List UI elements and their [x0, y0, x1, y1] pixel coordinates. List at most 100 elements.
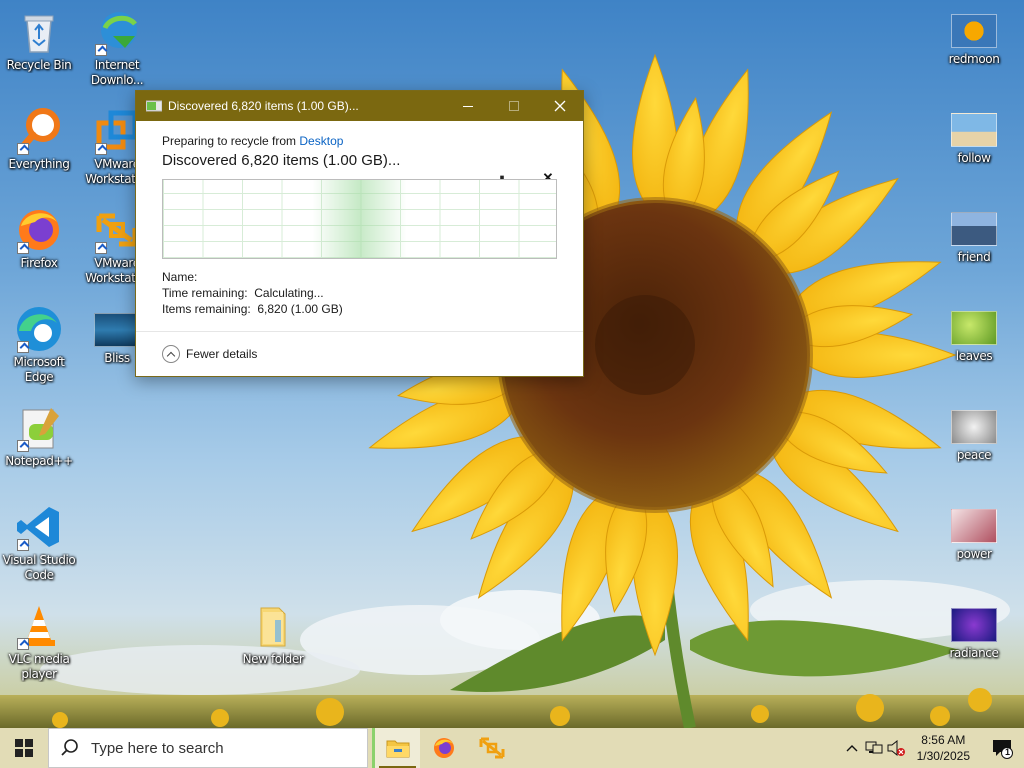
bliss-image-icon	[94, 313, 140, 347]
desktop-icon-firefox[interactable]: Firefox	[1, 202, 77, 271]
desktop-icon-label: Visual Studio Code	[2, 553, 76, 582]
desktop-icon-vscode[interactable]: Visual Studio Code	[1, 499, 77, 583]
shortcut-arrow-icon	[17, 638, 29, 650]
desktop-icon-new-folder[interactable]: New folder	[235, 598, 311, 667]
desktop-icon-label: friend	[957, 250, 991, 264]
shortcut-arrow-icon	[17, 242, 29, 254]
leaves-image-icon	[951, 311, 997, 345]
desktop-icon-microsoft-edge[interactable]: Microsoft Edge	[1, 301, 77, 385]
desktop-icon-label: Everything	[8, 157, 70, 171]
vmware-icon	[93, 107, 141, 155]
clock-time: 8:56 AM	[921, 733, 966, 747]
dialog-body: Preparing to recycle from Desktop Discov…	[136, 134, 583, 317]
desktop-icon-peace[interactable]: peace	[936, 400, 1012, 463]
network-status-button[interactable]	[863, 728, 885, 768]
shortcut-arrow-icon	[95, 242, 107, 254]
items-remaining-value: 6,820 (1.00 GB)	[257, 302, 343, 316]
desktop-icon-label: redmoon	[948, 52, 1000, 66]
recycle-bin-icon	[15, 8, 63, 56]
everything-search-icon	[15, 107, 63, 155]
peace-image-icon	[951, 410, 997, 444]
friend-image-icon	[951, 212, 997, 246]
dialog-titlebar[interactable]: Discovered 6,820 items (1.00 GB)...	[136, 91, 583, 121]
system-tray: 8:56 AM 1/30/2025 1	[841, 728, 1024, 768]
desktop-icon-vlc[interactable]: VLC media player	[1, 598, 77, 682]
copy-progress-icon	[145, 100, 163, 112]
progress-headline: Discovered 6,820 items (1.00 GB)...	[162, 152, 401, 169]
taskbar-app-firefox[interactable]	[420, 728, 468, 768]
desktop-icon-follow[interactable]: follow	[936, 103, 1012, 166]
desktop-icon-recycle-bin[interactable]: Recycle Bin	[1, 4, 77, 73]
chevron-up-icon[interactable]	[162, 345, 180, 363]
shortcut-arrow-icon	[95, 44, 107, 56]
items-remaining-label: Items remaining:	[162, 302, 251, 316]
firefox-icon	[434, 738, 454, 758]
vmware-icon	[479, 737, 505, 759]
shortcut-arrow-icon	[17, 143, 29, 155]
minimize-button[interactable]	[445, 91, 491, 121]
volume-button[interactable]	[885, 728, 907, 768]
search-placeholder: Type here to search	[91, 739, 224, 757]
chevron-up-icon	[846, 745, 858, 752]
minimize-icon	[463, 105, 473, 107]
taskbar-clock[interactable]: 8:56 AM 1/30/2025	[907, 732, 980, 764]
taskbar-search-box[interactable]: Type here to search	[48, 728, 368, 768]
clock-date: 1/30/2025	[916, 749, 970, 763]
name-label: Name:	[162, 270, 198, 284]
maximize-icon	[509, 101, 519, 111]
desktop-icon-power[interactable]: power	[936, 499, 1012, 562]
desktop-icon-label: power	[956, 547, 992, 561]
desktop-icon-redmoon[interactable]: redmoon	[936, 4, 1012, 67]
preparing-line: Preparing to recycle from Desktop	[162, 134, 557, 148]
radiance-image-icon	[951, 608, 997, 642]
desktop-icon-label: peace	[956, 448, 992, 462]
vlc-icon	[15, 602, 63, 650]
edge-icon	[15, 305, 63, 353]
taskbar-app-file-explorer[interactable]	[372, 728, 420, 768]
shortcut-arrow-icon	[17, 440, 29, 452]
taskbar-app-vmware[interactable]	[468, 728, 516, 768]
taskbar: Type here to search 8:56 AM 1/30/2025 1	[0, 728, 1024, 768]
items-remaining-row: Items remaining: 6,820 (1.00 GB)	[162, 301, 557, 317]
close-icon	[554, 100, 566, 112]
start-button[interactable]	[0, 728, 48, 768]
shortcut-arrow-icon	[17, 341, 29, 353]
network-icon	[865, 741, 883, 754]
shortcut-arrow-icon	[95, 143, 107, 155]
volume-muted-icon	[887, 740, 905, 756]
fewer-details-button[interactable]: Fewer details	[186, 347, 257, 361]
file-explorer-icon	[386, 740, 409, 758]
recycle-progress-dialog: Discovered 6,820 items (1.00 GB)... Prep…	[135, 90, 584, 377]
preparing-text: Preparing to recycle from	[162, 134, 300, 148]
folder-icon	[249, 602, 297, 650]
speed-graph	[162, 179, 557, 259]
desktop-icon-leaves[interactable]: leaves	[936, 301, 1012, 364]
notification-count: 1	[1005, 747, 1011, 757]
desktop-icon-label: New folder	[242, 652, 304, 666]
desktop-icon-radiance[interactable]: radiance	[936, 598, 1012, 661]
firefox-icon	[15, 206, 63, 254]
time-remaining-value: Calculating...	[254, 286, 324, 300]
desktop-icon-label: Notepad++	[5, 454, 73, 468]
name-row: Name:	[162, 269, 557, 285]
desktop-icon-label: Internet Downlo...	[90, 58, 144, 87]
desktop-icon-label: follow	[957, 151, 991, 165]
windows-logo-icon	[15, 739, 33, 757]
desktop-icon-label: radiance	[949, 646, 999, 660]
action-center-button[interactable]: 1	[980, 728, 1024, 768]
desktop-icon-internet-download-manager[interactable]: Internet Downlo...	[79, 4, 155, 88]
show-hidden-icons-button[interactable]	[841, 728, 863, 768]
vscode-icon	[15, 503, 63, 551]
idm-icon	[93, 8, 141, 56]
source-location-link[interactable]: Desktop	[299, 134, 343, 148]
desktop-icon-label: Recycle Bin	[6, 58, 72, 72]
vmware-player-icon	[93, 206, 141, 254]
desktop-icon-everything[interactable]: Everything	[1, 103, 77, 172]
maximize-button[interactable]	[491, 91, 537, 121]
redmoon-image-icon	[951, 14, 997, 48]
desktop-icon-notepadpp[interactable]: Notepad++	[1, 400, 77, 469]
time-remaining-label: Time remaining:	[162, 286, 248, 300]
close-button[interactable]	[537, 91, 583, 121]
desktop-icon-friend[interactable]: friend	[936, 202, 1012, 265]
search-icon	[61, 739, 78, 756]
